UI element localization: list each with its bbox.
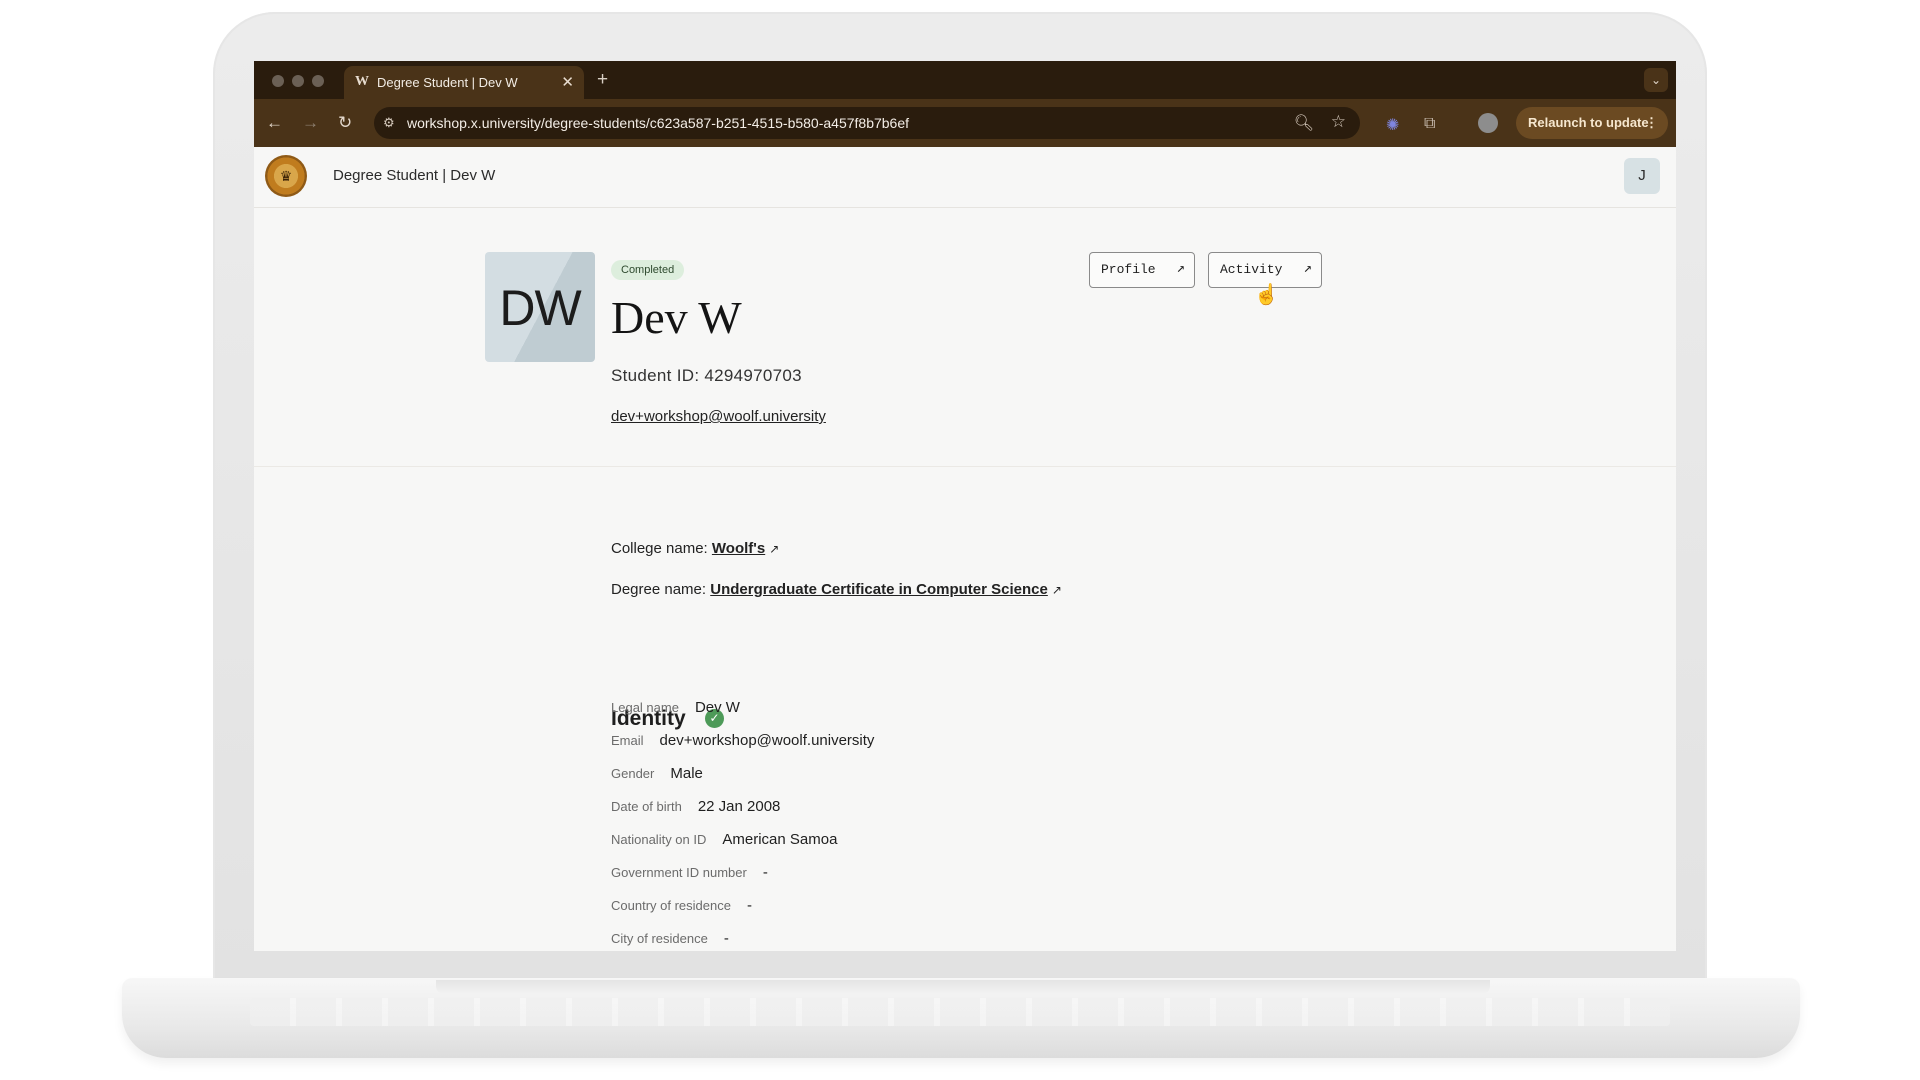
field-value: American Samoa [722, 831, 838, 848]
college-link[interactable]: Woolf's [712, 540, 765, 557]
tab-favicon: W [355, 74, 369, 89]
field-value: - [762, 864, 768, 881]
external-link-icon[interactable]: ↗ [1052, 583, 1062, 597]
pointer-cursor-icon: ☝ [1254, 284, 1279, 306]
close-icon[interactable]: ✕ [561, 73, 574, 91]
profile-header: DW Completed Dev W Student ID: 429497070… [254, 207, 1676, 467]
degree-label: Degree name: [611, 581, 707, 598]
app-header: ♛ Degree Student | Dev W J [254, 147, 1676, 208]
external-link-icon: ↗ [1303, 261, 1312, 277]
screen: W Degree Student | Dev W ✕ + ⌄ ← → ↻ ⚙ w… [254, 61, 1676, 951]
window-close-dot[interactable] [272, 75, 284, 87]
window-minimize-dot[interactable] [292, 75, 304, 87]
student-avatar: DW [485, 252, 595, 362]
profile-button[interactable]: Profile ↗ [1089, 252, 1195, 288]
laptop-keyboard [250, 998, 1670, 1026]
browser-tab[interactable]: W Degree Student | Dev W ✕ [344, 66, 584, 99]
relaunch-label: Relaunch to update [1528, 115, 1649, 130]
page-title: Degree Student | Dev W [333, 167, 496, 184]
degree-row: Degree name: Undergraduate Certificate i… [611, 581, 1062, 598]
kebab-menu-icon[interactable]: ⋮ [1645, 115, 1658, 131]
site-settings-icon[interactable]: ⚙ [383, 115, 395, 131]
college-label: College name: [611, 540, 708, 557]
browser-toolbar: ← → ↻ ⚙ workshop.x.university/degree-stu… [254, 99, 1676, 147]
reload-icon[interactable]: ↻ [338, 113, 352, 133]
field-label: Country of residence [611, 898, 731, 913]
identity-field-row: Gender Male [611, 765, 703, 782]
external-link-icon: ↗ [1176, 261, 1185, 277]
profile-avatar-icon[interactable] [1478, 113, 1498, 133]
activity-button-label: Activity [1220, 262, 1283, 277]
student-email-link[interactable]: dev+workshop@woolf.university [611, 408, 826, 425]
university-logo[interactable]: ♛ [265, 155, 307, 197]
field-value: dev+workshop@woolf.university [659, 732, 875, 749]
field-value: - [723, 930, 729, 947]
status-badge: Completed [611, 260, 685, 280]
forward-arrow-icon[interactable]: → [302, 113, 319, 133]
url-text[interactable]: workshop.x.university/degree-students/c6… [407, 115, 909, 131]
student-name: Dev W [611, 292, 742, 343]
field-value: Male [670, 765, 703, 782]
tab-title: Degree Student | Dev W [377, 75, 518, 90]
college-row: College name: Woolf's ↗ [611, 540, 779, 557]
browser-tab-bar: W Degree Student | Dev W ✕ + ⌄ [254, 61, 1676, 99]
back-arrow-icon[interactable]: ← [266, 113, 283, 133]
relaunch-button[interactable]: Relaunch to update ⋮ [1516, 107, 1668, 139]
address-bar[interactable]: ⚙ workshop.x.university/degree-students/… [374, 107, 1360, 139]
identity-field-row: Government ID number - [611, 864, 768, 881]
laptop-hinge [436, 980, 1490, 994]
field-label: City of residence [611, 931, 708, 946]
degree-link[interactable]: Undergraduate Certificate in Computer Sc… [710, 581, 1048, 598]
profile-button-label: Profile [1101, 262, 1156, 277]
identity-field-row: Country of residence - [611, 897, 752, 914]
star-icon[interactable]: ☆ [1331, 112, 1346, 132]
plus-icon[interactable]: + [597, 69, 608, 91]
identity-field-row: Nationality on ID American Samoa [611, 831, 837, 848]
field-label: Date of birth [611, 799, 682, 814]
puzzle-icon[interactable]: ⧉ [1424, 115, 1435, 133]
user-avatar[interactable]: J [1624, 158, 1660, 194]
window-maximize-dot[interactable] [312, 75, 324, 87]
field-label: Government ID number [611, 865, 747, 880]
identity-field-row: Email dev+workshop@woolf.university [611, 732, 874, 749]
zoom-icon[interactable]: 🔍︎ [1294, 113, 1314, 133]
student-id: Student ID: 4294970703 [611, 366, 802, 385]
identity-field-row: Legal name Dev W [611, 699, 740, 716]
field-label: Legal name [611, 700, 679, 715]
field-label: Email [611, 733, 644, 748]
field-label: Nationality on ID [611, 832, 707, 847]
identity-field-row: Date of birth 22 Jan 2008 [611, 798, 780, 815]
field-value: 22 Jan 2008 [697, 798, 781, 815]
chevron-down-icon[interactable]: ⌄ [1644, 68, 1668, 92]
field-value: Dev W [694, 699, 740, 716]
field-value: - [746, 897, 752, 914]
identity-field-row: City of residence - [611, 930, 729, 947]
external-link-icon[interactable]: ↗ [769, 542, 779, 556]
field-label: Gender [611, 766, 655, 781]
extension-icon[interactable]: ✺ [1386, 115, 1399, 135]
